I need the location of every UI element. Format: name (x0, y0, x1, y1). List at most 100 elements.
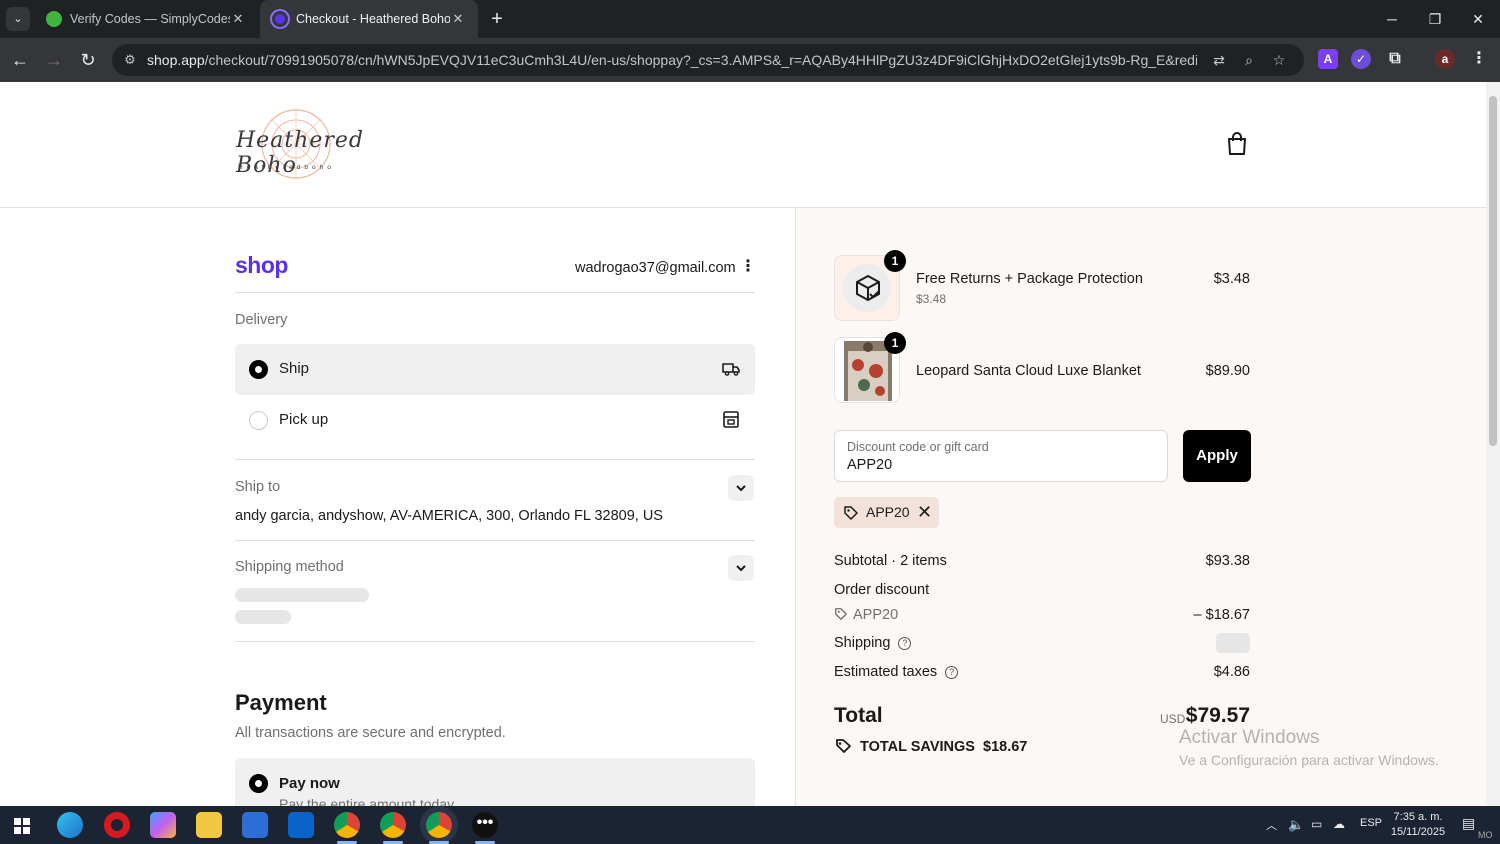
notifications-icon[interactable]: ▤ (1462, 815, 1475, 832)
delivery-option-pickup[interactable]: Pick up (235, 395, 755, 446)
subtotal-value: $93.38 (1205, 553, 1250, 569)
taxes-label: Estimated taxes (834, 664, 938, 680)
tag-icon (835, 608, 847, 620)
savings-value: $18.67 (983, 739, 1028, 755)
shopping-bag-icon[interactable] (1226, 132, 1248, 156)
clock-time: 7:35 a. m. (1393, 811, 1443, 823)
close-tab-icon[interactable]: ✕ (450, 11, 466, 27)
restore-icon[interactable]: ❐ (1413, 0, 1457, 38)
item-price: $89.90 (1205, 363, 1250, 379)
shipping-help-icon[interactable]: ? (898, 637, 912, 650)
translate-icon[interactable]: ⇄ (1210, 51, 1228, 69)
chrome-active-icon[interactable] (426, 812, 452, 838)
close-tab-icon[interactable]: ✕ (230, 11, 246, 27)
blanket-photo (844, 341, 892, 401)
order-discount-label: Order discount (834, 582, 930, 598)
store-logo[interactable]: Heathered Boho Heatheredboho (232, 102, 363, 188)
extensions-puzzle-icon[interactable]: ⧉ (1385, 49, 1405, 69)
outlook-icon[interactable] (288, 812, 314, 838)
payment-subtitle: All transactions are secure and encrypte… (235, 725, 506, 741)
divider (235, 459, 755, 460)
extension-a-icon[interactable]: A (1318, 49, 1338, 69)
savings-tag-icon (836, 739, 851, 753)
reload-icon[interactable]: ↻ (76, 48, 100, 72)
divider (235, 641, 755, 642)
back-arrow-icon[interactable]: ← (8, 48, 32, 72)
taxes-row: Estimated taxes? (834, 664, 959, 680)
tray-overflow-chevron-icon[interactable]: ︿ (1266, 817, 1277, 833)
discount-placeholder: Discount code or gift card (847, 440, 989, 454)
chrome-profile-icon[interactable] (380, 812, 406, 838)
browser-menu-icon[interactable]: ⋮ (1469, 49, 1489, 69)
tag-icon (844, 506, 858, 520)
item-name: Leopard Santa Cloud Luxe Blanket (916, 363, 1141, 379)
ship-radio[interactable] (249, 360, 268, 379)
windows-activation-title: Activar Windows (1179, 727, 1320, 748)
address-bar[interactable]: ⚙ shop.app/checkout/70991905078/cn/hWN5J… (112, 44, 1304, 76)
bookmark-star-icon[interactable]: ☆ (1270, 51, 1288, 69)
page-scrollbar[interactable] (1486, 82, 1500, 806)
shop-favicon-icon (272, 11, 288, 27)
file-explorer-icon[interactable] (196, 812, 222, 838)
discount-code-input[interactable]: Discount code or gift card APP20 (834, 430, 1168, 482)
system-clock[interactable]: 7:35 a. m. 15/11/2025 (1390, 810, 1446, 840)
tab-search-chevron-icon[interactable]: ⌄ (6, 7, 30, 31)
edge-icon[interactable] (57, 812, 83, 838)
item-name: Free Returns + Package Protection (916, 271, 1143, 287)
network-icon[interactable]: ▭ (1311, 817, 1322, 831)
scrollbar-thumb[interactable] (1489, 96, 1497, 446)
chevron-down-icon (736, 565, 746, 572)
windows-taskbar: ••• ︿ 🔈 ▭ ☁ ESP 7:35 a. m. 15/11/2025 ▤ … (0, 806, 1500, 844)
delivery-option-ship[interactable]: Ship (235, 344, 755, 395)
remove-discount-icon[interactable]: ✕ (917, 502, 932, 523)
pickup-radio[interactable] (249, 411, 268, 430)
order-discount-code: APP20 (853, 607, 899, 623)
input-language[interactable]: ESP (1360, 817, 1382, 829)
windows-start-icon[interactable] (14, 818, 30, 834)
url-text[interactable]: shop.app/checkout/70991905078/cn/hWN5JpE… (147, 52, 1197, 68)
profile-avatar[interactable]: a (1435, 49, 1455, 69)
shipping-method-expand-button[interactable] (728, 555, 754, 581)
shipping-label: Shipping (834, 635, 891, 651)
copilot-icon[interactable] (150, 812, 176, 838)
extension-coupon-icon[interactable]: ✓ (1351, 49, 1371, 69)
shop-pay-logo: shop (235, 252, 288, 278)
applied-discount-chip: APP20 ✕ (834, 497, 939, 528)
onedrive-icon[interactable]: ☁ (1333, 817, 1345, 831)
chat-app-icon[interactable]: ••• (472, 812, 498, 838)
account-email: wadrogao37@gmail.com (575, 260, 736, 276)
volume-icon[interactable]: 🔈 (1288, 817, 1304, 833)
close-window-icon[interactable]: ✕ (1456, 0, 1500, 38)
taxes-help-icon[interactable]: ? (945, 666, 959, 679)
tab-checkout[interactable]: Checkout - Heathered Boho ✕ (260, 0, 478, 38)
total-label: Total (834, 704, 883, 727)
pay-now-label: Pay now (279, 775, 340, 792)
browser-tab-bar: ⌄ Verify Codes — SimplyCodes ✕ Checkout … (0, 0, 1500, 38)
pay-now-radio[interactable] (249, 774, 268, 793)
pickup-label: Pick up (279, 411, 329, 428)
store-app-icon[interactable] (242, 812, 268, 838)
delivery-label: Delivery (235, 312, 288, 328)
shipping-row: Shipping? (834, 635, 912, 651)
account-menu-icon[interactable]: ⋮ (740, 258, 756, 276)
payment-option-pay-now[interactable]: Pay now Pay the entire amount today (235, 758, 755, 806)
tab-title: Checkout - Heathered Boho (296, 12, 450, 26)
site-info-tune-icon[interactable]: ⚙ (122, 52, 138, 68)
minimize-icon[interactable]: ─ (1370, 0, 1414, 38)
apply-discount-button[interactable]: Apply (1183, 430, 1251, 482)
ship-to-expand-button[interactable] (728, 475, 754, 501)
url-path: /checkout/70991905078/cn/hWN5JpEVQJV11eC… (204, 52, 1197, 68)
clock-date: 15/11/2025 (1390, 826, 1446, 838)
loading-skeleton (235, 610, 291, 624)
ship-label: Ship (279, 360, 310, 377)
tab-simplycodes[interactable]: Verify Codes — SimplyCodes ✕ (34, 0, 258, 38)
item-variant: $3.48 (916, 292, 947, 306)
forward-arrow-icon[interactable]: → (42, 48, 66, 72)
shipping-method-label: Shipping method (235, 559, 344, 575)
new-tab-plus-icon[interactable]: + (486, 8, 508, 30)
simplycodes-favicon-icon (46, 11, 62, 27)
store-header: Heathered Boho Heatheredboho (0, 82, 1486, 208)
zoom-icon[interactable]: ⌕ (1240, 51, 1258, 69)
opera-icon[interactable] (104, 812, 130, 838)
chrome-icon[interactable] (334, 812, 360, 838)
